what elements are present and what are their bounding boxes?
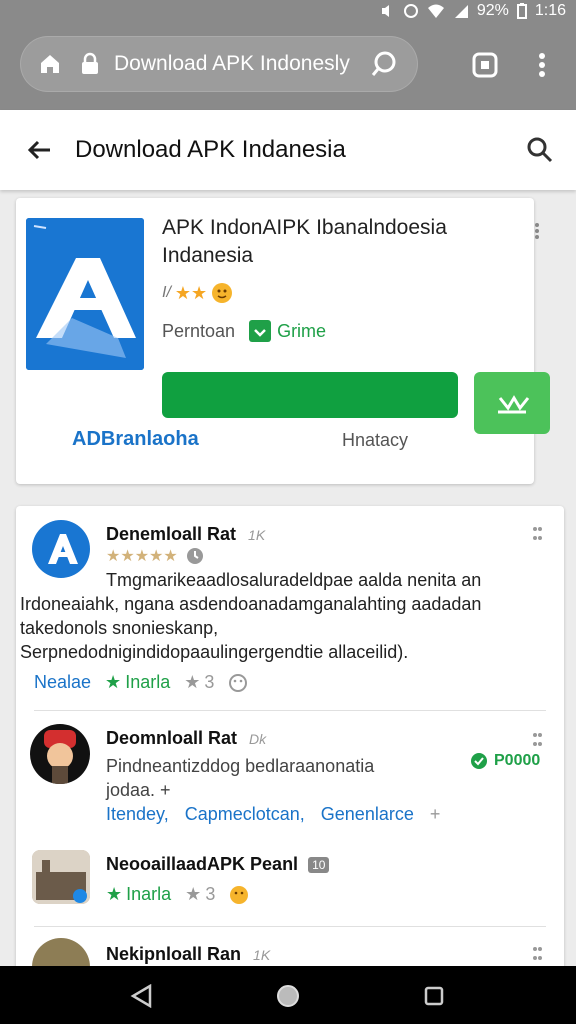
review-score: ★ 3	[185, 884, 215, 905]
back-arrow-icon[interactable]	[26, 136, 54, 164]
page-title: Download APK Indanesia	[75, 136, 346, 163]
review-header: Denemloall Rat 1K	[106, 524, 265, 545]
status-badge: P0000	[470, 752, 540, 770]
meta-right: Grime	[277, 320, 327, 341]
app-logo[interactable]	[26, 218, 144, 370]
review-count: 1K	[253, 947, 271, 963]
more-vert-icon[interactable]	[534, 50, 550, 80]
lens-icon[interactable]	[370, 50, 398, 78]
app-hero-card: APK IndonAIPK Ibanalndoesia Indanesia I/…	[16, 198, 550, 484]
review-rating: ★★★★★	[106, 546, 204, 566]
helpful-label: Inarla	[125, 672, 171, 692]
meta-left: Perntoan	[162, 320, 236, 341]
rating-stars: ★★	[174, 282, 208, 303]
review-count: Dk	[249, 731, 267, 747]
score-value: 3	[205, 884, 216, 904]
star-icon: ★	[105, 672, 122, 692]
review-line: Serpnedodnigindidopaaulingergendtie alla…	[20, 642, 409, 662]
helpful-link[interactable]: ★ Inarla	[105, 672, 170, 693]
review-more-icon[interactable]	[532, 732, 542, 748]
review-body: Pindneantizddog bedlaraanonatia jodaa. +	[106, 754, 374, 802]
app-bar: Download APK Indanesia	[0, 110, 576, 190]
helpful-label: Inarla	[126, 884, 172, 904]
search-icon[interactable]	[526, 136, 554, 164]
app-meta: Perntoan Grime	[162, 320, 326, 342]
emoji-outline-icon[interactable]	[228, 673, 248, 693]
reviewer-name: Nekipnloall Ran	[106, 944, 242, 964]
review-line: jodaa. +	[106, 780, 171, 800]
wifi-icon	[427, 3, 445, 19]
check-icon	[470, 752, 488, 770]
share-button[interactable]	[474, 372, 550, 434]
review-header: NeooaillaadAPK Peanl 10	[106, 854, 330, 875]
browser-toolbar: Download APK Indonesly	[0, 24, 576, 110]
app-rating: I/ ★★	[162, 282, 233, 304]
app-more-icon[interactable]	[534, 222, 540, 240]
star-icon: ★	[106, 884, 123, 904]
link-3[interactable]: Genenlarce	[321, 804, 414, 825]
developer-link[interactable]: ADBranlaoha	[72, 428, 199, 451]
star-outline-icon: ★	[185, 884, 202, 904]
star-outline-icon: ★	[184, 672, 201, 692]
nav-recents-icon[interactable]	[424, 986, 444, 1006]
review-footer: Nealae ★ Inarla ★ 3	[34, 672, 248, 693]
alarm-icon	[403, 3, 419, 19]
review-line: Tmgmarikeaadlosaluradeldpae aalda nenita…	[106, 570, 482, 590]
review-line: Irdoneaiahk, ngana asdendoanadamganalaht…	[20, 594, 482, 614]
link-1[interactable]: Itendey,	[106, 804, 169, 825]
review-more-icon[interactable]	[532, 526, 542, 542]
review-more-icon[interactable]	[532, 946, 542, 962]
app-title: APK IndonAIPK Ibanalndoesia Indanesia	[162, 214, 492, 270]
review-body: Tmgmarikeaadlosaluradeldpae aalda nenita…	[20, 568, 558, 664]
review-header: Nekipnloall Ran 1K	[106, 944, 270, 965]
clock: 1:16	[534, 2, 566, 19]
clock-icon	[186, 547, 204, 565]
url-bar[interactable]: Download APK Indonesly	[20, 36, 418, 92]
nav-home-icon[interactable]	[276, 984, 300, 1008]
review-count: 1K	[248, 527, 266, 543]
avatar	[32, 850, 90, 904]
app-title-line-1: APK IndonAIPK Ibanalndoesia	[162, 216, 447, 239]
reviewer-name: Denemloall Rat	[106, 524, 237, 544]
reviewer-name: Deomnloall Rat	[106, 728, 238, 748]
helpful-link[interactable]: ★ Inarla	[106, 884, 171, 905]
reviewer-name: NeooaillaadAPK Peanl	[106, 854, 299, 874]
emoji-icon[interactable]	[229, 885, 249, 905]
reply-link[interactable]: Nealae	[34, 672, 91, 693]
emoji-icon	[211, 282, 233, 304]
review-header: Deomnloall Rat Dk	[106, 728, 266, 749]
battery-percent: 92%	[476, 2, 509, 19]
review-footer: ★ Inarla ★ 3	[106, 884, 249, 905]
rating-stars: ★★★★★	[106, 548, 178, 565]
review-line: takedonols snonieskanp,	[20, 618, 219, 638]
install-button[interactable]	[162, 372, 458, 418]
home-icon[interactable]	[38, 52, 62, 76]
download-badge-icon	[249, 320, 272, 342]
app-title-line-2: Indanesia	[162, 244, 254, 267]
nav-back-icon[interactable]	[130, 984, 152, 1008]
avatar	[30, 724, 90, 784]
system-nav-bar	[0, 966, 576, 1024]
url-text: Download APK Indonesly	[114, 52, 350, 75]
score-value: 3	[204, 672, 215, 692]
reviews-card: Denemloall Rat 1K ★★★★★ Tmgmarikeaadlosa…	[16, 506, 564, 978]
battery-icon	[516, 3, 527, 19]
rating-prefix: I/	[162, 284, 171, 301]
status-bar: 92% 1:16	[0, 0, 576, 24]
badge-value: P0000	[494, 752, 541, 769]
review-count: 10	[308, 856, 330, 873]
review-score: ★ 3	[184, 672, 214, 693]
signal-icon	[453, 3, 469, 19]
review-links: Itendey, Capmeclotcan, Genenlarce +	[106, 804, 440, 825]
lock-icon	[80, 52, 100, 76]
divider	[34, 710, 546, 711]
divider	[34, 926, 546, 927]
review-line: Pindneantizddog bedlaraanonatia	[106, 756, 375, 776]
link-2[interactable]: Capmeclotcan,	[185, 804, 305, 825]
share-icon	[498, 395, 530, 414]
mute-icon	[379, 3, 395, 19]
add-link[interactable]: +	[430, 804, 441, 825]
secondary-label: Hnatacy	[342, 430, 409, 450]
tabs-icon[interactable]	[470, 50, 500, 80]
